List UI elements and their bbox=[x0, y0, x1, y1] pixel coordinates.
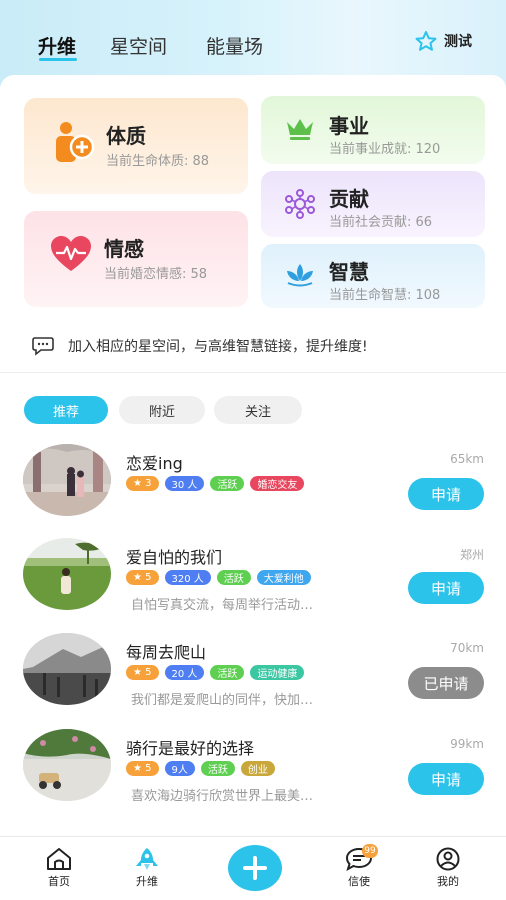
category-badge: 运动健康 bbox=[250, 665, 305, 680]
group-distance: 65km bbox=[450, 452, 484, 466]
wisdom-title: 智慧 bbox=[329, 260, 369, 284]
group-tags: ★ 5 20 人 活跃 运动健康 bbox=[126, 665, 305, 680]
nav-profile-label: 我的 bbox=[437, 875, 459, 888]
filter-follow[interactable]: 关注 bbox=[214, 396, 302, 424]
apply-button[interactable]: 申请 bbox=[408, 478, 484, 510]
status-badge: 活跃 bbox=[210, 665, 245, 680]
group-avatar bbox=[23, 633, 111, 705]
career-score: 当前事业成就: 120 bbox=[329, 142, 441, 157]
category-badge: 创业 bbox=[240, 761, 275, 776]
group-row[interactable]: 骑行是最好的选择 99km ★ 5 9人 活跃 创业 喜欢海边骑行欣赏世界上最美… bbox=[0, 729, 506, 817]
group-description: 自怕写真交流，每周举行活动… bbox=[131, 598, 314, 613]
nav-profile[interactable]: 我的 bbox=[418, 847, 478, 889]
crown-icon bbox=[287, 119, 313, 140]
plus-icon bbox=[243, 856, 267, 880]
group-title: 骑行是最好的选择 bbox=[126, 739, 255, 758]
apply-button[interactable]: 申请 bbox=[408, 572, 484, 604]
status-badge: 活跃 bbox=[210, 476, 245, 491]
profile-icon bbox=[436, 847, 460, 871]
unread-badge: 99 bbox=[362, 844, 378, 858]
tab-nengliangchang[interactable]: 能量场 bbox=[206, 32, 263, 59]
tile-constitution[interactable]: 体质 当前生命体质: 88 bbox=[24, 98, 248, 194]
rating-badge: ★ 5 bbox=[126, 570, 159, 585]
apply-button[interactable]: 申请 bbox=[408, 763, 484, 795]
rating-badge: ★ 3 bbox=[126, 476, 159, 491]
group-row[interactable]: 恋爱ing 65km ★ 3 30 人 活跃 婚恋交友 申请 bbox=[0, 444, 506, 532]
join-notice: 加入相应的星空间，与高维智慧链接，提升维度! bbox=[32, 336, 368, 356]
group-tags: ★ 5 9人 活跃 创业 bbox=[126, 761, 275, 776]
group-tags: ★ 3 30 人 活跃 婚恋交友 bbox=[126, 476, 305, 491]
career-title: 事业 bbox=[329, 114, 369, 138]
tile-emotion[interactable]: 情感 当前婚恋情感: 58 bbox=[24, 211, 248, 307]
emotion-score: 当前婚恋情感: 58 bbox=[104, 267, 208, 282]
group-avatar bbox=[23, 538, 111, 610]
test-button[interactable]: 测试 bbox=[414, 30, 472, 52]
applied-button[interactable]: 已申请 bbox=[408, 667, 484, 699]
tile-career[interactable]: 事业 当前事业成就: 120 bbox=[261, 96, 485, 164]
network-icon bbox=[285, 189, 315, 219]
emotion-title: 情感 bbox=[104, 237, 144, 261]
nav-home[interactable]: 首页 bbox=[29, 847, 89, 889]
group-distance: 99km bbox=[450, 737, 484, 751]
group-distance: 70km bbox=[450, 641, 484, 655]
group-tags: ★ 5 320 人 活跃 大爱利他 bbox=[126, 570, 311, 585]
nav-messenger[interactable]: 信使 bbox=[329, 847, 389, 889]
rating-badge: ★ 5 bbox=[126, 761, 159, 776]
active-tab-indicator bbox=[39, 58, 77, 61]
chat-bubble-icon bbox=[32, 337, 54, 356]
group-title: 爱自怕的我们 bbox=[126, 548, 223, 567]
wisdom-score: 当前生命智慧: 108 bbox=[329, 288, 441, 303]
member-count-badge: 20 人 bbox=[164, 665, 205, 680]
create-button[interactable] bbox=[228, 845, 282, 891]
filter-nearby[interactable]: 附近 bbox=[119, 396, 205, 424]
category-badge: 婚恋交友 bbox=[250, 476, 305, 491]
group-title: 恋爱ing bbox=[126, 454, 183, 473]
status-badge: 活跃 bbox=[200, 761, 235, 776]
contribution-score: 当前社会贡献: 66 bbox=[329, 215, 433, 230]
member-count-badge: 30 人 bbox=[164, 476, 205, 491]
tab-xingkongjian[interactable]: 星空间 bbox=[110, 32, 167, 59]
section-divider bbox=[0, 372, 506, 373]
tab-shengwei[interactable]: 升维 bbox=[38, 32, 76, 59]
constitution-score: 当前生命体质: 88 bbox=[106, 154, 210, 169]
lotus-icon bbox=[287, 264, 313, 287]
heartbeat-icon bbox=[51, 236, 91, 271]
group-row[interactable]: 爱自怕的我们 郑州 ★ 5 320 人 活跃 大爱利他 自怕写真交流，每周举行活… bbox=[0, 538, 506, 626]
tile-wisdom[interactable]: 智慧 当前生命智慧: 108 bbox=[261, 244, 485, 308]
group-distance: 郑州 bbox=[459, 548, 484, 562]
rocket-icon bbox=[136, 848, 158, 870]
category-badge: 大爱利他 bbox=[256, 570, 311, 585]
member-count-badge: 320 人 bbox=[164, 570, 211, 585]
home-icon bbox=[47, 848, 71, 870]
nav-messenger-label: 信使 bbox=[348, 875, 370, 888]
nav-shengwei-label: 升维 bbox=[136, 875, 158, 888]
star-outline-icon bbox=[415, 31, 437, 51]
group-avatar bbox=[23, 729, 111, 801]
nav-home-label: 首页 bbox=[48, 875, 70, 888]
rating-badge: ★ 5 bbox=[126, 665, 159, 680]
top-tab-bar: 升维 星空间 能量场 测试 bbox=[0, 0, 506, 80]
group-title: 每周去爬山 bbox=[126, 643, 207, 662]
nav-shengwei[interactable]: 升维 bbox=[117, 847, 177, 889]
group-avatar bbox=[23, 444, 111, 516]
filter-recommend[interactable]: 推荐 bbox=[24, 396, 108, 424]
person-plus-icon bbox=[56, 122, 95, 162]
group-description: 喜欢海边骑行欣赏世界上最美… bbox=[131, 789, 314, 804]
member-count-badge: 9人 bbox=[164, 761, 195, 776]
contribution-title: 贡献 bbox=[329, 187, 369, 211]
status-badge: 活跃 bbox=[216, 570, 251, 585]
tile-contribution[interactable]: 贡献 当前社会贡献: 66 bbox=[261, 171, 485, 237]
group-row[interactable]: 每周去爬山 70km ★ 5 20 人 活跃 运动健康 我们都是爱爬山的同伴，快… bbox=[0, 633, 506, 721]
group-description: 我们都是爱爬山的同伴，快加… bbox=[131, 693, 314, 708]
notice-text: 加入相应的星空间，与高维智慧链接，提升维度! bbox=[68, 339, 368, 355]
constitution-title: 体质 bbox=[106, 124, 146, 148]
test-label: 测试 bbox=[444, 34, 472, 50]
